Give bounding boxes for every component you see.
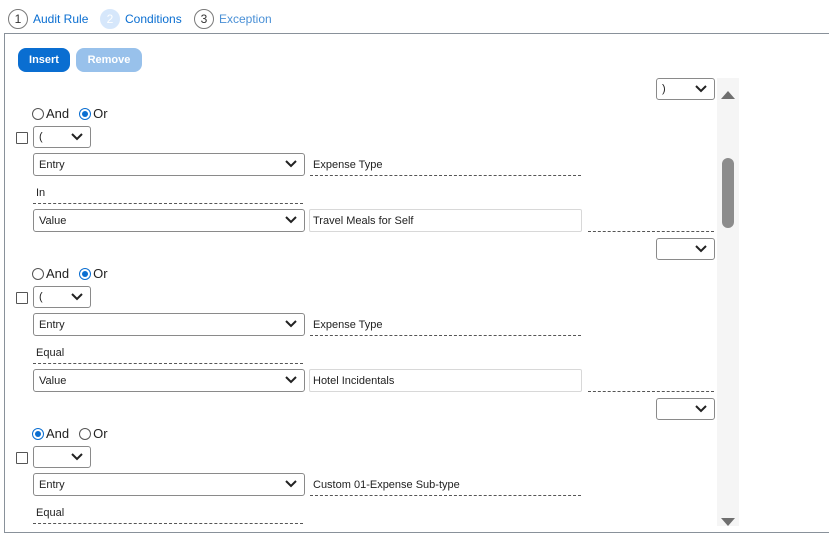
- right-value-input[interactable]: Travel Meals for Self: [309, 209, 582, 232]
- wizard-step-2[interactable]: 2 Conditions: [100, 8, 182, 30]
- conditions-panel: [4, 33, 829, 533]
- scrollbar-thumb[interactable]: [722, 158, 734, 228]
- select-value: Entry: [39, 318, 65, 331]
- value-underline: [588, 391, 714, 392]
- select-value: Value: [39, 214, 67, 227]
- open-paren-select[interactable]: [33, 446, 91, 468]
- value-underline: [588, 231, 714, 232]
- left-type-select[interactable]: Entry: [33, 153, 305, 176]
- left-type-select[interactable]: Entry: [33, 473, 305, 496]
- chevron-down-icon: [71, 293, 83, 301]
- chevron-down-icon: [71, 133, 83, 141]
- row-select-checkbox[interactable]: [16, 132, 28, 144]
- or-label: Or: [93, 266, 108, 281]
- scroll-up-arrow-icon[interactable]: [721, 91, 735, 99]
- chevron-down-icon: [285, 320, 297, 328]
- operator-input[interactable]: Equal: [33, 502, 303, 524]
- or-label: Or: [93, 106, 108, 121]
- and-or-group: And Or: [32, 266, 108, 281]
- right-value-input[interactable]: Hotel Incidentals: [309, 369, 582, 392]
- left-field-input[interactable]: Expense Type: [310, 314, 581, 336]
- remove-button[interactable]: Remove: [76, 48, 142, 72]
- and-label: And: [46, 266, 70, 281]
- left-field-input[interactable]: Custom 01-Expense Sub-type: [310, 474, 581, 496]
- close-paren-select[interactable]: ): [656, 78, 715, 100]
- or-radio[interactable]: [79, 427, 92, 440]
- operator-input[interactable]: Equal: [33, 342, 303, 364]
- wizard-step-1[interactable]: 1 Audit Rule: [8, 8, 88, 30]
- select-value: Entry: [39, 478, 65, 491]
- select-value: (: [39, 291, 43, 303]
- and-or-group: And Or: [32, 106, 108, 121]
- chevron-down-icon: [285, 376, 297, 384]
- and-radio[interactable]: [32, 427, 44, 440]
- row-select-checkbox[interactable]: [16, 452, 28, 464]
- step-label-exception: Exception: [219, 12, 272, 26]
- scroll-down-arrow-icon[interactable]: [721, 518, 735, 526]
- step-label-audit-rule: Audit Rule: [33, 12, 89, 26]
- or-radio[interactable]: [79, 267, 92, 280]
- close-paren-select[interactable]: [656, 398, 715, 420]
- scrollbar-track[interactable]: [717, 78, 739, 526]
- chevron-down-icon: [285, 480, 297, 488]
- select-value: ): [662, 83, 666, 95]
- chevron-down-icon: [695, 245, 707, 253]
- or-radio[interactable]: [79, 107, 92, 120]
- left-field-input[interactable]: Expense Type: [310, 154, 581, 176]
- select-value: (: [39, 131, 43, 143]
- and-or-group: And Or: [32, 426, 108, 441]
- and-label: And: [46, 106, 70, 121]
- and-radio[interactable]: [32, 107, 44, 120]
- and-label: And: [46, 426, 70, 441]
- and-radio[interactable]: [32, 267, 44, 280]
- right-type-select[interactable]: Value: [33, 369, 305, 392]
- select-value: Value: [39, 374, 67, 387]
- chevron-down-icon: [285, 216, 297, 224]
- or-label: Or: [93, 426, 108, 441]
- left-type-select[interactable]: Entry: [33, 313, 305, 336]
- open-paren-select[interactable]: (: [33, 126, 91, 148]
- right-type-select[interactable]: Value: [33, 209, 305, 232]
- chevron-down-icon: [695, 405, 707, 413]
- chevron-down-icon: [285, 160, 297, 168]
- step-number: 3: [194, 9, 214, 29]
- close-paren-select[interactable]: [656, 238, 715, 260]
- step-number: 1: [8, 9, 28, 29]
- chevron-down-icon: [71, 453, 83, 461]
- chevron-down-icon: [695, 85, 707, 93]
- open-paren-select[interactable]: (: [33, 286, 91, 308]
- row-select-checkbox[interactable]: [16, 292, 28, 304]
- step-number: 2: [100, 9, 120, 29]
- operator-input[interactable]: In: [33, 182, 303, 204]
- select-value: Entry: [39, 158, 65, 171]
- insert-button[interactable]: Insert: [18, 48, 70, 72]
- wizard-step-3[interactable]: 3 Exception: [194, 8, 272, 30]
- step-label-conditions: Conditions: [125, 12, 182, 26]
